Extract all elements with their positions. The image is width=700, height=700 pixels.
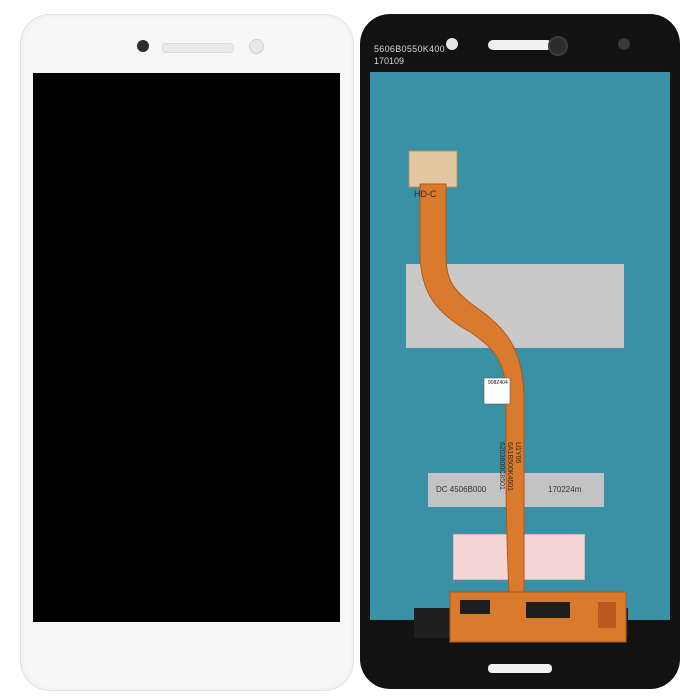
earpiece-speaker (162, 43, 234, 53)
phone-front-white (20, 14, 354, 691)
ic-chip-1 (460, 600, 490, 614)
ic-chip-2 (526, 602, 570, 618)
contact-pads (598, 602, 616, 628)
flex-code-3: U1Y05 (514, 442, 521, 464)
flex-cable: 908Z404 HD-C 6203800C8501 6A1B500K4501 U… (408, 150, 627, 643)
lcd-screen (33, 73, 340, 622)
flex-label: HD-C (414, 189, 437, 199)
proximity-sensor-icon (249, 39, 264, 54)
flex-code-2: 6A1B500K4501 (506, 442, 513, 491)
front-camera-icon (137, 40, 149, 52)
flex-code-1: 6203800C8501 (498, 442, 505, 490)
flex-connector (408, 150, 458, 188)
qr-code-text: 908Z404 (488, 380, 508, 386)
